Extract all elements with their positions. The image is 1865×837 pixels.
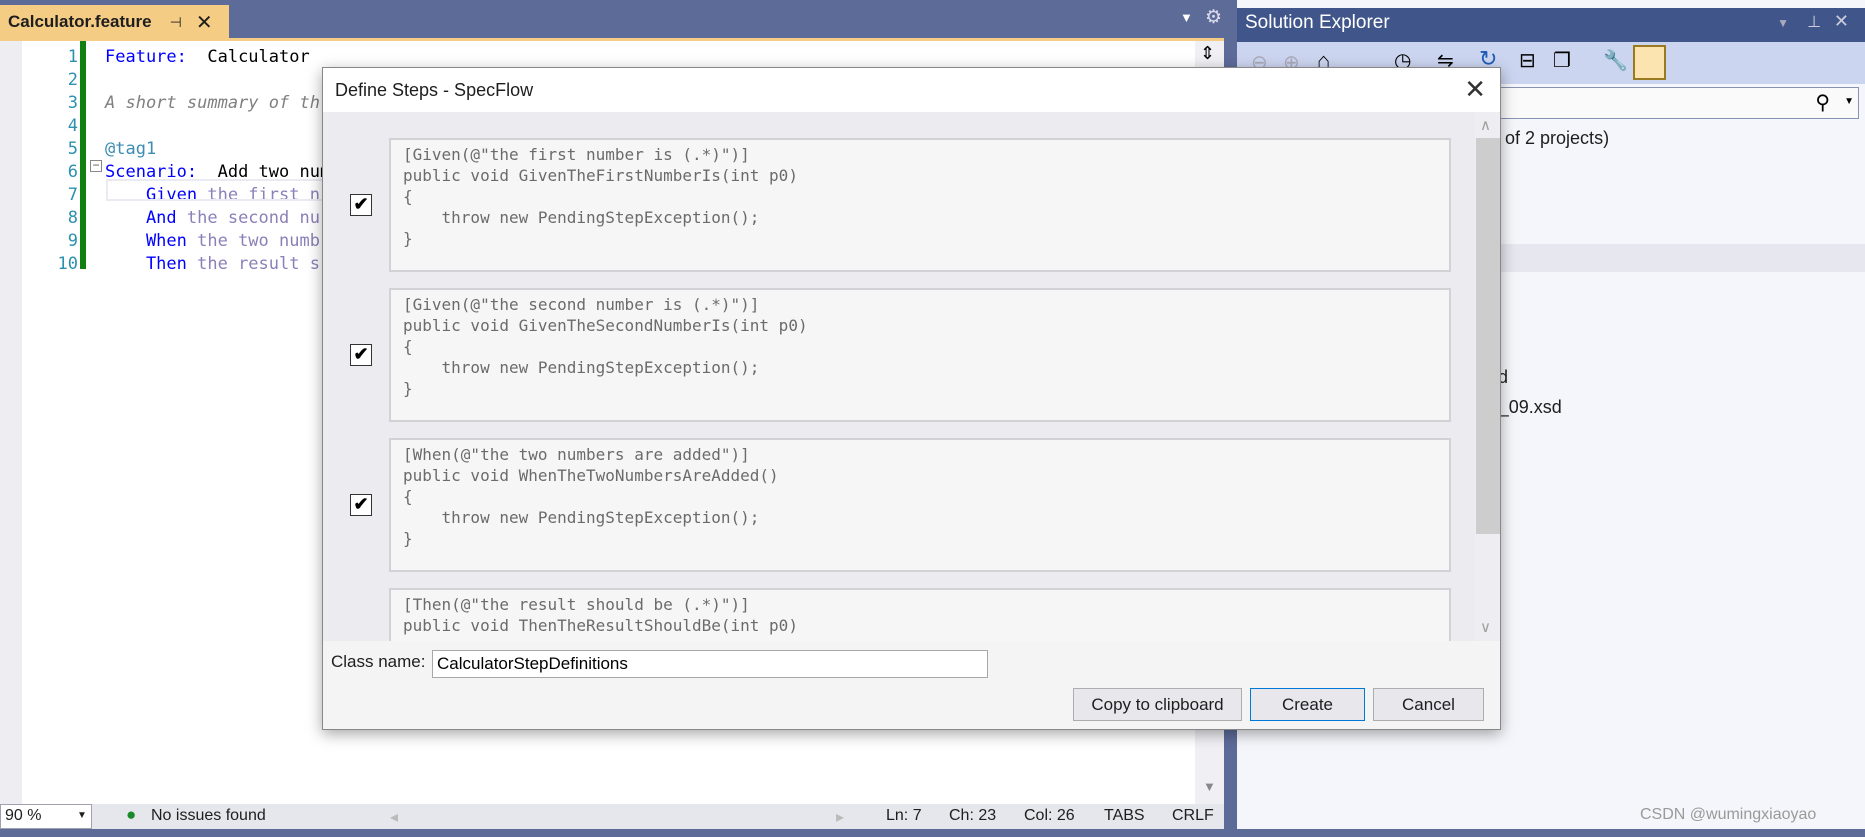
zoom-select[interactable]: 90 % ▼	[0, 804, 92, 829]
line-number: 3	[67, 93, 78, 113]
dialog-title: Define Steps - SpecFlow	[323, 68, 1500, 112]
chevron-down-icon[interactable]: ▼	[1844, 96, 1854, 107]
step-checkbox[interactable]: ✔	[350, 344, 372, 366]
cancel-button[interactable]: Cancel	[1373, 688, 1484, 721]
line-number: 5	[67, 139, 78, 159]
tabs-indicator[interactable]: TABS	[1104, 807, 1145, 825]
collapse-all-icon[interactable]: ⊟	[1519, 48, 1536, 73]
line-indicator[interactable]: Ln: 7	[886, 807, 922, 825]
scroll-down-icon[interactable]: ∨	[1480, 618, 1491, 636]
show-all-files-icon[interactable]: ❐	[1553, 48, 1571, 73]
close-icon[interactable]: ✕	[196, 10, 213, 35]
pin-icon[interactable]: ⊥	[1807, 12, 1821, 32]
scroll-down-icon[interactable]: ▼	[1203, 779, 1216, 794]
wrench-icon[interactable]: 🔧	[1603, 48, 1628, 73]
editor-gutter	[0, 41, 22, 804]
class-name-label: Class name:	[331, 652, 426, 671]
code-token: And	[105, 208, 177, 228]
chevron-down-icon: ▼	[77, 810, 87, 821]
step-checkbox[interactable]: ✔	[350, 494, 372, 516]
copy-to-clipboard-button[interactable]: Copy to clipboard	[1073, 688, 1242, 721]
tab-dropdown-icon[interactable]: ▼	[1180, 10, 1193, 25]
split-icon[interactable]: ⇕	[1200, 43, 1215, 64]
class-name-input[interactable]	[432, 650, 988, 678]
code-token: Feature:	[105, 47, 187, 67]
step-list[interactable]: ∧ ∨ [Given(@"the first number is (.*)")]…	[323, 112, 1500, 641]
pin-icon[interactable]: ⊣	[170, 14, 182, 31]
step-code-box: [When(@"the two numbers are added")] pub…	[389, 438, 1451, 572]
code-token: Then	[105, 254, 187, 274]
line-number: 6	[67, 162, 78, 182]
line-number: 1	[67, 47, 78, 67]
code-line[interactable]: And the second nu	[105, 208, 320, 228]
scroll-right-icon[interactable]: ▸	[836, 807, 844, 827]
code-line[interactable]: Feature: Calculator	[105, 47, 310, 67]
line-number: 9	[67, 231, 78, 251]
solution-explorer-title-bar: Solution Explorer ▼ ⊥ ✕	[1237, 8, 1865, 42]
gear-icon[interactable]: ⚙	[1205, 6, 1222, 29]
code-token: @tag1	[105, 139, 157, 159]
check-circle-icon: ●	[126, 805, 137, 824]
tab-calculator-feature[interactable]: Calculator.feature ⊣ ✕	[0, 5, 229, 39]
code-line[interactable]: A short summary of th	[105, 93, 320, 113]
line-number: 10	[57, 254, 78, 274]
code-line[interactable]: Then the result s	[105, 254, 320, 274]
tab-title: Calculator.feature	[8, 12, 152, 31]
solution-node[interactable]: 2 of 2 projects)	[1490, 128, 1609, 149]
scroll-left-icon[interactable]: ◂	[390, 807, 398, 827]
code-token: When	[105, 231, 187, 251]
editor-status-bar: 90 % ▼ ● No issues found ◂ ▸ Ln: 7 Ch: 23…	[0, 804, 1224, 829]
dropdown-icon[interactable]: ▼	[1777, 16, 1789, 30]
watermark: CSDN @wumingxiaoyao	[1640, 806, 1817, 823]
create-button[interactable]: Create	[1250, 688, 1365, 721]
scrollbar-thumb[interactable]	[1476, 138, 1500, 534]
code-token: the result s	[186, 254, 320, 274]
collapse-icon[interactable]: −	[90, 159, 102, 172]
line-number: 2	[67, 70, 78, 90]
define-steps-dialog: Define Steps - SpecFlow ✕ ∧ ∨ [Given(@"t…	[322, 67, 1501, 730]
code-line[interactable]: When the two numb	[105, 231, 320, 251]
col-indicator[interactable]: Col: 26	[1024, 807, 1075, 825]
issues-status[interactable]: No issues found	[151, 807, 266, 825]
change-margin	[80, 41, 86, 269]
code-token: A short summary of th	[105, 93, 320, 113]
close-icon[interactable]: ✕	[1464, 74, 1486, 105]
code-token: the two numb	[186, 231, 320, 251]
code-line[interactable]: @tag1	[105, 139, 156, 159]
scroll-up-icon[interactable]: ∧	[1480, 116, 1491, 134]
eol-indicator[interactable]: CRLF	[1172, 807, 1214, 825]
line-number: 8	[67, 208, 78, 228]
search-icon: ⚲	[1815, 92, 1830, 114]
step-code-box: [Given(@"the second number is (.*)")] pu…	[389, 288, 1451, 422]
code-token: the second nu	[176, 208, 320, 228]
line-number: 4	[67, 116, 78, 136]
char-indicator[interactable]: Ch: 23	[949, 807, 996, 825]
line-number: 7	[67, 185, 78, 205]
code-token: Calculator	[186, 47, 310, 67]
step-code-box: [Given(@"the first number is (.*)")] pub…	[389, 138, 1451, 272]
step-checkbox[interactable]: ✔	[350, 194, 372, 216]
preview-toggle[interactable]	[1633, 45, 1666, 80]
close-icon[interactable]: ✕	[1834, 11, 1849, 32]
step-code-box: [Then(@"the result should be (.*)")] pub…	[389, 588, 1451, 641]
panel-title: Solution Explorer	[1245, 12, 1390, 33]
